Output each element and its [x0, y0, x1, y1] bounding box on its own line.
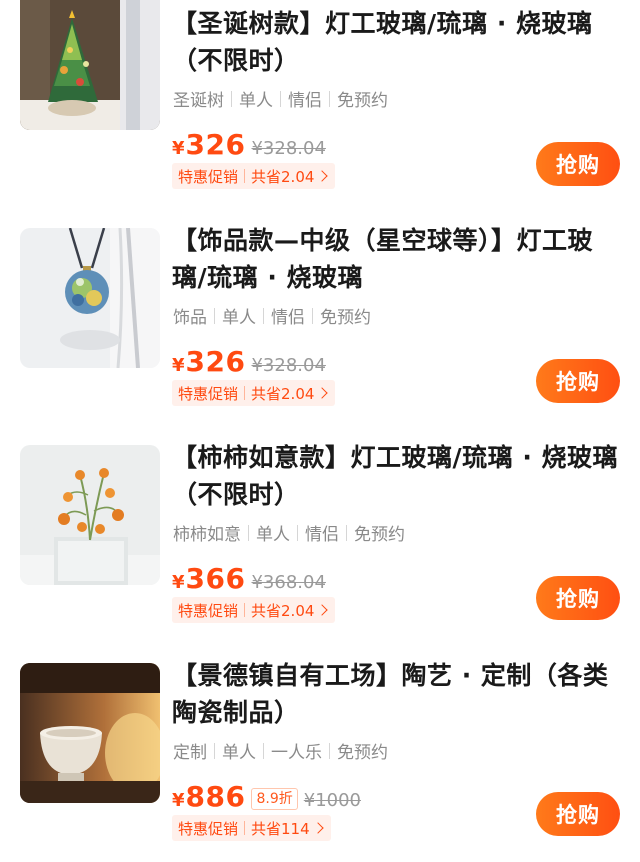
- ceramic-cup-icon[interactable]: [20, 663, 160, 803]
- tag-divider: [263, 307, 264, 324]
- price-row: ¥ 326 ¥328.04: [172, 128, 326, 161]
- promo-savings: 共省2.04: [251, 601, 315, 620]
- tag: 圣诞树: [173, 91, 224, 111]
- tag-divider: [214, 307, 215, 324]
- tag-list: 定制 单人 一人乐 免预约: [173, 738, 388, 763]
- tag: 免预约: [320, 308, 371, 328]
- discount-badge: 8.9折: [251, 788, 298, 810]
- tag-divider: [280, 90, 281, 107]
- price-amount: 886: [185, 780, 246, 813]
- tag-list: 饰品 单人 情侣 免预约: [173, 303, 371, 328]
- original-price: ¥328.04: [251, 138, 326, 159]
- currency-symbol: ¥: [172, 138, 185, 159]
- current-price: ¥ 366: [172, 562, 245, 595]
- price-row: ¥ 366 ¥368.04: [172, 562, 326, 595]
- product-title[interactable]: 【柿柿如意款】灯工玻璃/琉璃 · 烧玻璃（不限时）: [172, 439, 620, 513]
- price-row: ¥ 886 8.9折 ¥1000: [172, 780, 361, 813]
- tag: 一人乐: [271, 743, 322, 763]
- promo-label: 特惠促销: [178, 384, 239, 403]
- product-card[interactable]: 【景德镇自有工场】陶艺 · 定制（各类陶瓷制品） 定制 单人 一人乐 免预约 ¥…: [0, 652, 640, 862]
- price-amount: 366: [185, 562, 246, 595]
- promo-savings: 共省114: [251, 819, 310, 838]
- promo-divider: [244, 386, 246, 400]
- tag-divider: [329, 90, 330, 107]
- current-price: ¥ 326: [172, 128, 245, 161]
- promo-label: 特惠促销: [178, 819, 239, 838]
- tag: 定制: [173, 743, 207, 763]
- current-price: ¥ 886: [172, 780, 245, 813]
- promo-badge[interactable]: 特惠促销 共省2.04: [172, 597, 336, 623]
- tag: 单人: [222, 743, 256, 763]
- tag: 柿柿如意: [173, 525, 241, 545]
- tag: 饰品: [173, 308, 207, 328]
- tag-divider: [214, 742, 215, 759]
- chevron-right-icon: [311, 822, 324, 834]
- tag: 免预约: [354, 525, 405, 545]
- promo-badge[interactable]: 特惠促销 共省2.04: [172, 380, 336, 406]
- original-price: ¥328.04: [251, 355, 326, 376]
- tag: 情侣: [305, 525, 339, 545]
- promo-badge[interactable]: 特惠促销 共省114: [172, 815, 331, 841]
- promo-divider: [244, 169, 246, 183]
- product-title[interactable]: 【景德镇自有工场】陶艺 · 定制（各类陶瓷制品）: [172, 657, 620, 731]
- buy-button[interactable]: 抢购: [536, 576, 620, 620]
- buy-button[interactable]: 抢购: [536, 142, 620, 186]
- tag: 情侣: [288, 91, 322, 111]
- tag: 单人: [239, 91, 273, 111]
- tag: 单人: [256, 525, 290, 545]
- buy-button[interactable]: 抢购: [536, 359, 620, 403]
- chevron-right-icon: [316, 387, 329, 399]
- currency-symbol: ¥: [172, 572, 185, 593]
- chevron-right-icon: [316, 604, 329, 616]
- tag-divider: [263, 742, 264, 759]
- price-row: ¥ 326 ¥328.04: [172, 345, 326, 378]
- buy-button[interactable]: 抢购: [536, 792, 620, 836]
- promo-label: 特惠促销: [178, 167, 239, 186]
- tag-divider: [329, 742, 330, 759]
- tag: 单人: [222, 308, 256, 328]
- tag: 免预约: [337, 743, 388, 763]
- product-card[interactable]: 【圣诞树款】灯工玻璃/琉璃 · 烧玻璃（不限时） 圣诞树 单人 情侣 免预约 ¥…: [0, 0, 640, 210]
- tag-divider: [231, 90, 232, 107]
- tag: 情侣: [271, 308, 305, 328]
- promo-savings: 共省2.04: [251, 384, 315, 403]
- currency-symbol: ¥: [172, 790, 185, 811]
- glass-pendant-icon[interactable]: [20, 228, 160, 368]
- current-price: ¥ 326: [172, 345, 245, 378]
- currency-symbol: ¥: [172, 355, 185, 376]
- promo-divider: [244, 603, 246, 617]
- product-title[interactable]: 【圣诞树款】灯工玻璃/琉璃 · 烧玻璃（不限时）: [172, 5, 620, 79]
- promo-savings: 共省2.04: [251, 167, 315, 186]
- price-amount: 326: [185, 345, 246, 378]
- tag-list: 柿柿如意 单人 情侣 免预约: [173, 520, 405, 545]
- price-amount: 326: [185, 128, 246, 161]
- persimmon-branch-icon[interactable]: [20, 445, 160, 585]
- product-card[interactable]: 【饰品款—中级（星空球等）】灯工玻璃/琉璃 · 烧玻璃 饰品 单人 情侣 免预约…: [0, 217, 640, 427]
- promo-label: 特惠促销: [178, 601, 239, 620]
- chevron-right-icon: [316, 170, 329, 182]
- tag-divider: [297, 524, 298, 541]
- tag-list: 圣诞树 单人 情侣 免预约: [173, 86, 388, 111]
- promo-badge[interactable]: 特惠促销 共省2.04: [172, 163, 336, 189]
- tag-divider: [346, 524, 347, 541]
- original-price: ¥1000: [303, 790, 362, 811]
- christmas-tree-glass-icon[interactable]: [20, 0, 160, 130]
- promo-divider: [244, 821, 246, 835]
- tag-divider: [248, 524, 249, 541]
- tag-divider: [312, 307, 313, 324]
- product-title[interactable]: 【饰品款—中级（星空球等）】灯工玻璃/琉璃 · 烧玻璃: [172, 222, 620, 296]
- product-card[interactable]: 【柿柿如意款】灯工玻璃/琉璃 · 烧玻璃（不限时） 柿柿如意 单人 情侣 免预约…: [0, 434, 640, 644]
- tag: 免预约: [337, 91, 388, 111]
- original-price: ¥368.04: [251, 572, 326, 593]
